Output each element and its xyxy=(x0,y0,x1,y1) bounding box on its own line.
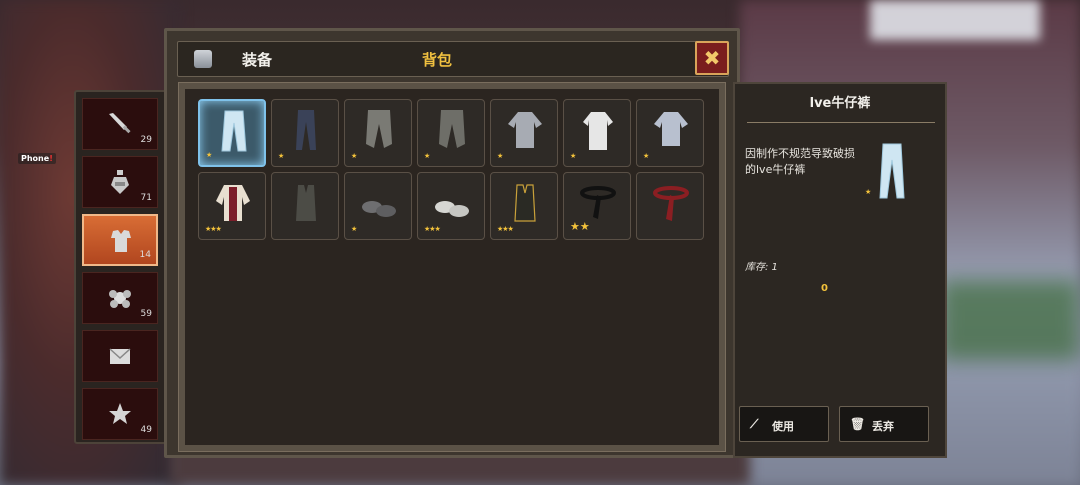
belt-icon xyxy=(653,186,689,221)
star-icon xyxy=(105,399,135,429)
shirt-icon xyxy=(583,112,613,150)
tab-weapons[interactable]: 29 xyxy=(82,98,158,150)
use-label: 使用 xyxy=(772,420,794,433)
item-stars: ★★ xyxy=(570,220,590,233)
sword-icon xyxy=(105,109,135,139)
phone-indicator[interactable]: Phone! xyxy=(18,153,56,164)
shoes-icon xyxy=(362,201,396,217)
item-stars: ★ xyxy=(278,152,284,160)
tab-mail[interactable] xyxy=(82,330,158,382)
item-slot[interactable] xyxy=(271,172,339,240)
item-slot[interactable]: ★ xyxy=(563,99,631,167)
shirt-icon xyxy=(508,112,542,148)
tab-count: 59 xyxy=(140,309,152,319)
item-stars: ★ xyxy=(351,225,357,233)
tab-equipment-label[interactable]: 装备 xyxy=(242,49,272,70)
backpack-icon xyxy=(194,50,212,68)
potion-icon xyxy=(105,167,135,197)
item-stars: ★★★ xyxy=(424,225,441,233)
ore-icon xyxy=(105,283,135,313)
item-slot[interactable]: ★★★ xyxy=(417,172,485,240)
close-button[interactable]: ✖ xyxy=(695,41,729,75)
tab-bag-label[interactable]: 背包 xyxy=(422,49,452,70)
tab-equipment[interactable]: 14 xyxy=(82,214,158,266)
jeans-preview-icon xyxy=(879,143,905,199)
item-slot[interactable]: ★ xyxy=(344,99,412,167)
phone-alert: ! xyxy=(49,154,53,163)
shoes-icon xyxy=(435,201,469,217)
divider xyxy=(747,122,935,123)
wand-icon: ⟋ xyxy=(750,417,759,431)
item-slot[interactable]: ★★ xyxy=(563,172,631,240)
tab-count: 71 xyxy=(140,193,152,203)
belt-icon xyxy=(580,186,616,219)
discard-button[interactable]: 🗑 丢弃 xyxy=(839,406,929,442)
jacket-icon xyxy=(216,185,250,221)
shirt-icon xyxy=(654,112,688,146)
item-stars: ★ xyxy=(570,152,576,160)
item-slot[interactable]: ★ xyxy=(271,99,339,167)
item-stars: ★ xyxy=(351,152,357,160)
tab-count: 14 xyxy=(139,250,151,260)
quantity-value: 0 xyxy=(821,283,828,294)
mail-icon xyxy=(105,341,135,371)
tab-count: 29 xyxy=(140,135,152,145)
preview-stars: ★ xyxy=(865,188,872,196)
item-stars: ★ xyxy=(497,152,503,160)
tab-materials[interactable]: 59 xyxy=(82,272,158,324)
item-grid: ★ ★ ★ ★ ★ ★ ★ ★★★ ★ ★★★ ★★★ ★★ xyxy=(178,82,726,452)
item-description: 因制作不规范导致破损的lve牛仔裤 xyxy=(745,147,855,176)
item-stars: ★ xyxy=(643,152,649,160)
tab-special[interactable]: 49 xyxy=(82,388,158,440)
jeans-icon xyxy=(221,110,247,152)
item-slot[interactable]: ★★★ xyxy=(490,172,558,240)
item-title: lve牛仔裤 xyxy=(809,96,871,111)
item-slot[interactable] xyxy=(636,172,704,240)
pants-icon xyxy=(366,110,392,148)
item-slot[interactable]: ★ xyxy=(198,99,266,167)
item-slot[interactable]: ★ xyxy=(636,99,704,167)
discard-label: 丢弃 xyxy=(872,420,894,433)
armor-icon xyxy=(106,226,136,256)
tab-count: 49 xyxy=(140,425,152,435)
vest-icon xyxy=(514,184,536,222)
item-slot[interactable]: ★ xyxy=(344,172,412,240)
item-stars: ★ xyxy=(206,151,212,159)
use-button[interactable]: ⟋ 使用 xyxy=(739,406,829,442)
item-slot[interactable]: ★ xyxy=(490,99,558,167)
category-sidebar: 29 71 14 59 49 xyxy=(74,90,168,444)
tab-consumables[interactable]: 71 xyxy=(82,156,158,208)
item-slot[interactable]: ★ xyxy=(417,99,485,167)
pants-icon xyxy=(439,110,465,148)
inventory-panel: 装备 背包 ✖ ★ ★ ★ ★ ★ ★ ★ ★★★ ★ ★★★ ★★★ ★★ xyxy=(164,28,740,458)
trash-icon: 🗑 xyxy=(850,417,866,431)
item-detail-panel: lve牛仔裤 因制作不规范导致破损的lve牛仔裤 ★ 库存: 1 0 ⟋ 使用 … xyxy=(733,82,947,458)
stock-label: 库存: 1 xyxy=(745,262,778,273)
item-stars: ★★★ xyxy=(497,225,514,233)
phone-label: Phone xyxy=(21,154,50,163)
vest-icon xyxy=(296,185,316,221)
item-slot[interactable]: ★★★ xyxy=(198,172,266,240)
item-stars: ★★★ xyxy=(205,225,222,233)
pants-icon xyxy=(296,110,316,150)
panel-header: 装备 背包 ✖ xyxy=(177,41,729,77)
item-stars: ★ xyxy=(424,152,430,160)
